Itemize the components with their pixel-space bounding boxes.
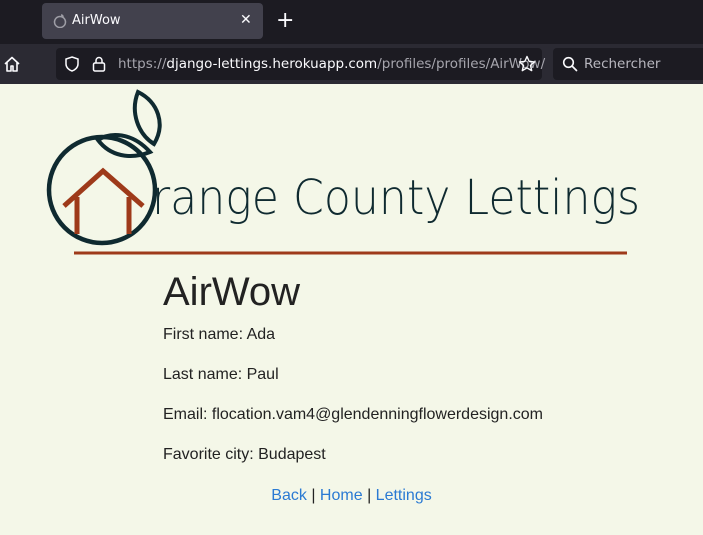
- bookmark-star-icon[interactable]: [518, 55, 536, 73]
- link-separator: |: [367, 487, 372, 504]
- new-tab-button[interactable]: +: [276, 8, 294, 34]
- shield-icon[interactable]: [64, 56, 80, 72]
- navigation-bar: https://django-lettings.herokuapp.com/pr…: [0, 44, 703, 84]
- leaf-shape: [95, 133, 154, 158]
- leaf-shape: [132, 89, 162, 147]
- url-text[interactable]: https://django-lettings.herokuapp.com/pr…: [118, 56, 545, 72]
- home-icon[interactable]: [3, 55, 21, 73]
- home-link[interactable]: Home: [320, 487, 363, 504]
- favorite-city-text: Favorite city: Budapest: [163, 446, 326, 463]
- tab-bar: AirWow ✕ +: [0, 0, 703, 44]
- search-input[interactable]: Rechercher: [584, 56, 660, 72]
- lettings-link[interactable]: Lettings: [376, 487, 432, 504]
- page-title: AirWow: [163, 270, 301, 314]
- close-tab-icon[interactable]: ✕: [240, 11, 252, 29]
- orange-favicon-icon: [53, 14, 67, 28]
- footer-links: Back | Home | Lettings: [0, 487, 703, 505]
- browser-tab[interactable]: AirWow ✕: [42, 3, 263, 39]
- logo-text: range County Lettings: [152, 170, 640, 226]
- search-bar[interactable]: Rechercher: [553, 48, 703, 80]
- site-logo[interactable]: range County Lettings: [0, 84, 703, 264]
- url-bar[interactable]: https://django-lettings.herokuapp.com/pr…: [56, 48, 545, 80]
- lock-icon[interactable]: [92, 56, 106, 72]
- first-name-text: First name: Ada: [163, 326, 276, 343]
- search-icon: [562, 56, 578, 72]
- last-name-text: Last name: Paul: [163, 366, 279, 383]
- back-link[interactable]: Back: [271, 487, 307, 504]
- url-host: django-lettings.herokuapp.com: [166, 56, 378, 72]
- url-scheme: https://: [118, 56, 167, 72]
- orange-circle-shape: [46, 134, 158, 246]
- email-text: Email: flocation.vam4@glendenningflowerd…: [163, 406, 543, 423]
- house-walls-shape: [74, 197, 132, 234]
- tab-title: AirWow: [72, 13, 121, 28]
- link-separator: |: [311, 487, 316, 504]
